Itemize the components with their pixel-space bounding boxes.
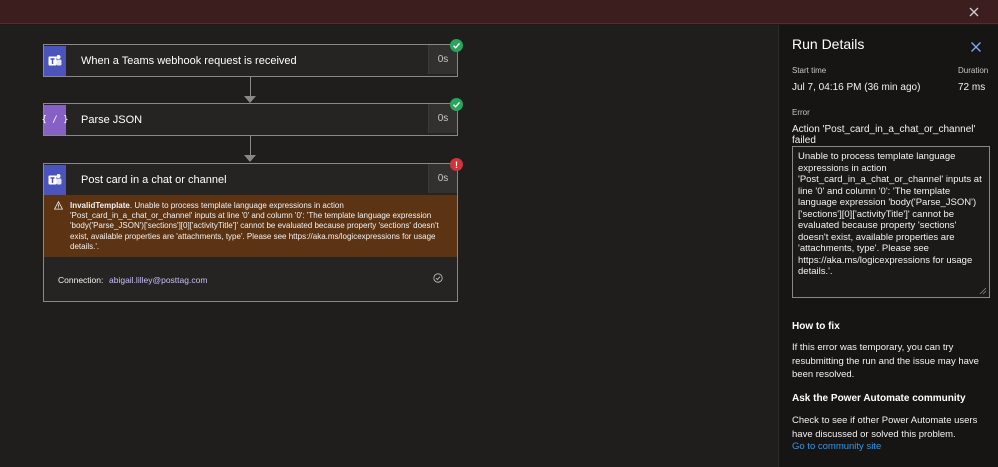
step-header[interactable]: { / } Parse JSON 0s <box>41 98 463 135</box>
step-card-parse-json[interactable]: { / } Parse JSON 0s <box>41 98 463 136</box>
community-site-link[interactable]: Go to community site <box>792 441 881 452</box>
connection-label: Connection: <box>58 275 104 286</box>
step-title: When a Teams webhook request is received <box>81 54 297 67</box>
step-card-post-card[interactable]: Post card in a chat or channel 0s ! Inva… <box>43 158 463 303</box>
teams-icon <box>44 45 66 76</box>
error-code: InvalidTemplate <box>70 201 130 210</box>
how-to-fix-heading: How to fix <box>792 321 840 332</box>
panel-title: Run Details <box>792 36 865 52</box>
error-banner: InvalidTemplate. Unable to process templ… <box>44 195 457 258</box>
close-icon[interactable] <box>970 41 982 53</box>
error-summary: Action 'Post_card_in_a_chat_or_channel' … <box>792 124 976 146</box>
error-exclamation-icon: ! <box>450 158 463 171</box>
start-time-label: Start time <box>792 66 827 75</box>
duration-value: 72 ms <box>958 82 986 93</box>
close-icon[interactable] <box>966 4 982 20</box>
how-to-fix-text: If this error was temporary, you can try… <box>792 342 979 380</box>
error-label: Error <box>792 108 810 117</box>
error-details-text: Unable to process template language expr… <box>798 151 982 277</box>
step-title: Post card in a chat or channel <box>81 173 227 186</box>
success-check-icon <box>450 98 463 111</box>
warning-icon <box>54 201 63 210</box>
run-details-panel: Run Details Start time Duration Jul 7, 0… <box>778 25 998 467</box>
connection-row: Connection: abigail.lilley@posttag.com <box>44 257 457 301</box>
step-title: Parse JSON <box>81 113 143 126</box>
arrow-down-icon <box>244 155 256 162</box>
start-time-value: Jul 7, 04:16 PM (36 min ago) <box>792 82 921 93</box>
connector-line <box>250 135 251 155</box>
step-header[interactable]: Post card in a chat or channel 0s ! <box>44 158 463 195</box>
arrow-down-icon <box>244 96 256 103</box>
connection-check-icon <box>433 273 443 283</box>
flow-canvas: When a Teams webhook request is received… <box>0 25 778 467</box>
teams-icon <box>44 164 66 195</box>
connector-line <box>250 76 251 96</box>
error-details-textarea[interactable]: Unable to process template language expr… <box>792 146 990 298</box>
community-heading: Ask the Power Automate community <box>792 393 966 404</box>
parse-json-icon: { / } <box>41 104 69 135</box>
community-text: Check to see if other Power Automate use… <box>792 415 978 440</box>
resize-handle-icon[interactable] <box>979 287 987 295</box>
success-check-icon <box>450 39 463 52</box>
step-header[interactable]: When a Teams webhook request is received… <box>44 39 463 76</box>
connection-account[interactable]: abigail.lilley@posttag.com <box>109 275 207 285</box>
duration-label: Duration <box>958 66 989 75</box>
step-card-teams-webhook[interactable]: When a Teams webhook request is received… <box>43 39 463 77</box>
top-bar <box>0 0 998 24</box>
